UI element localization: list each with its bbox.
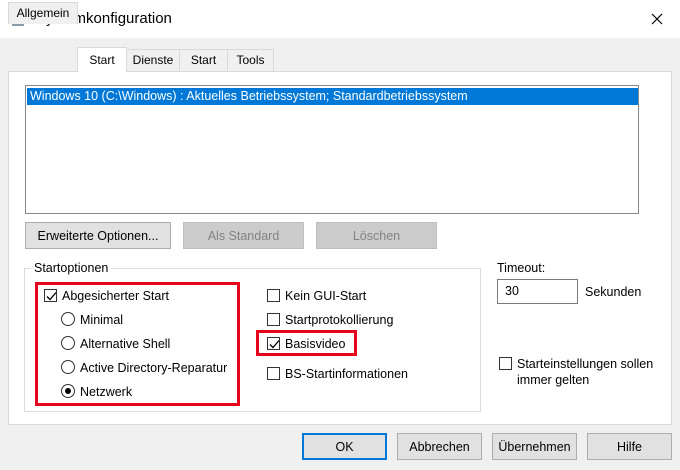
os-list[interactable]: Windows 10 (C:\Windows) : Aktuelles Betr… (25, 85, 639, 214)
highlight-box-safe-boot (35, 282, 240, 406)
timeout-unit-label: Sekunden (585, 285, 642, 299)
advanced-options-button[interactable]: Erweiterte Optionen... (25, 222, 171, 249)
ok-button[interactable]: OK (302, 433, 387, 460)
no-gui-boot-checkbox[interactable] (267, 289, 280, 302)
timeout-input[interactable]: 30 (497, 279, 578, 304)
help-button[interactable]: Hilfe (587, 433, 672, 460)
make-permanent-label-1: Starteinstellungen sollen (517, 357, 654, 371)
os-list-item-selected[interactable]: Windows 10 (C:\Windows) : Aktuelles Betr… (27, 88, 638, 105)
tab-start[interactable]: Start (179, 49, 228, 71)
tab-dienste[interactable]: Dienste (126, 49, 180, 71)
make-permanent-checkbox[interactable] (499, 357, 512, 370)
highlight-box-base-video (256, 330, 357, 356)
boot-options-label: Startoptionen (31, 261, 112, 275)
title-bar: Systemkonfiguration (0, 0, 680, 38)
os-boot-info-checkbox[interactable] (267, 367, 280, 380)
close-icon (651, 13, 663, 25)
boot-log-checkbox[interactable] (267, 313, 280, 326)
tab-allgemein[interactable]: Allgemein (8, 2, 78, 24)
os-boot-info-label: BS-Startinformationen (285, 367, 408, 381)
tab-start-active[interactable]: Start (77, 47, 127, 72)
set-default-button[interactable]: Als Standard (183, 222, 304, 249)
boot-log-label: Startprotokollierung (285, 313, 394, 327)
timeout-label: Timeout: (497, 261, 546, 275)
no-gui-boot-label: Kein GUI-Start (285, 289, 367, 303)
close-button[interactable] (634, 0, 680, 38)
delete-button[interactable]: Löschen (316, 222, 437, 249)
tab-tools[interactable]: Tools (227, 49, 274, 71)
apply-button[interactable]: Übernehmen (492, 433, 577, 460)
cancel-button[interactable]: Abbrechen (397, 433, 482, 460)
make-permanent-label-2: immer gelten (517, 373, 590, 387)
